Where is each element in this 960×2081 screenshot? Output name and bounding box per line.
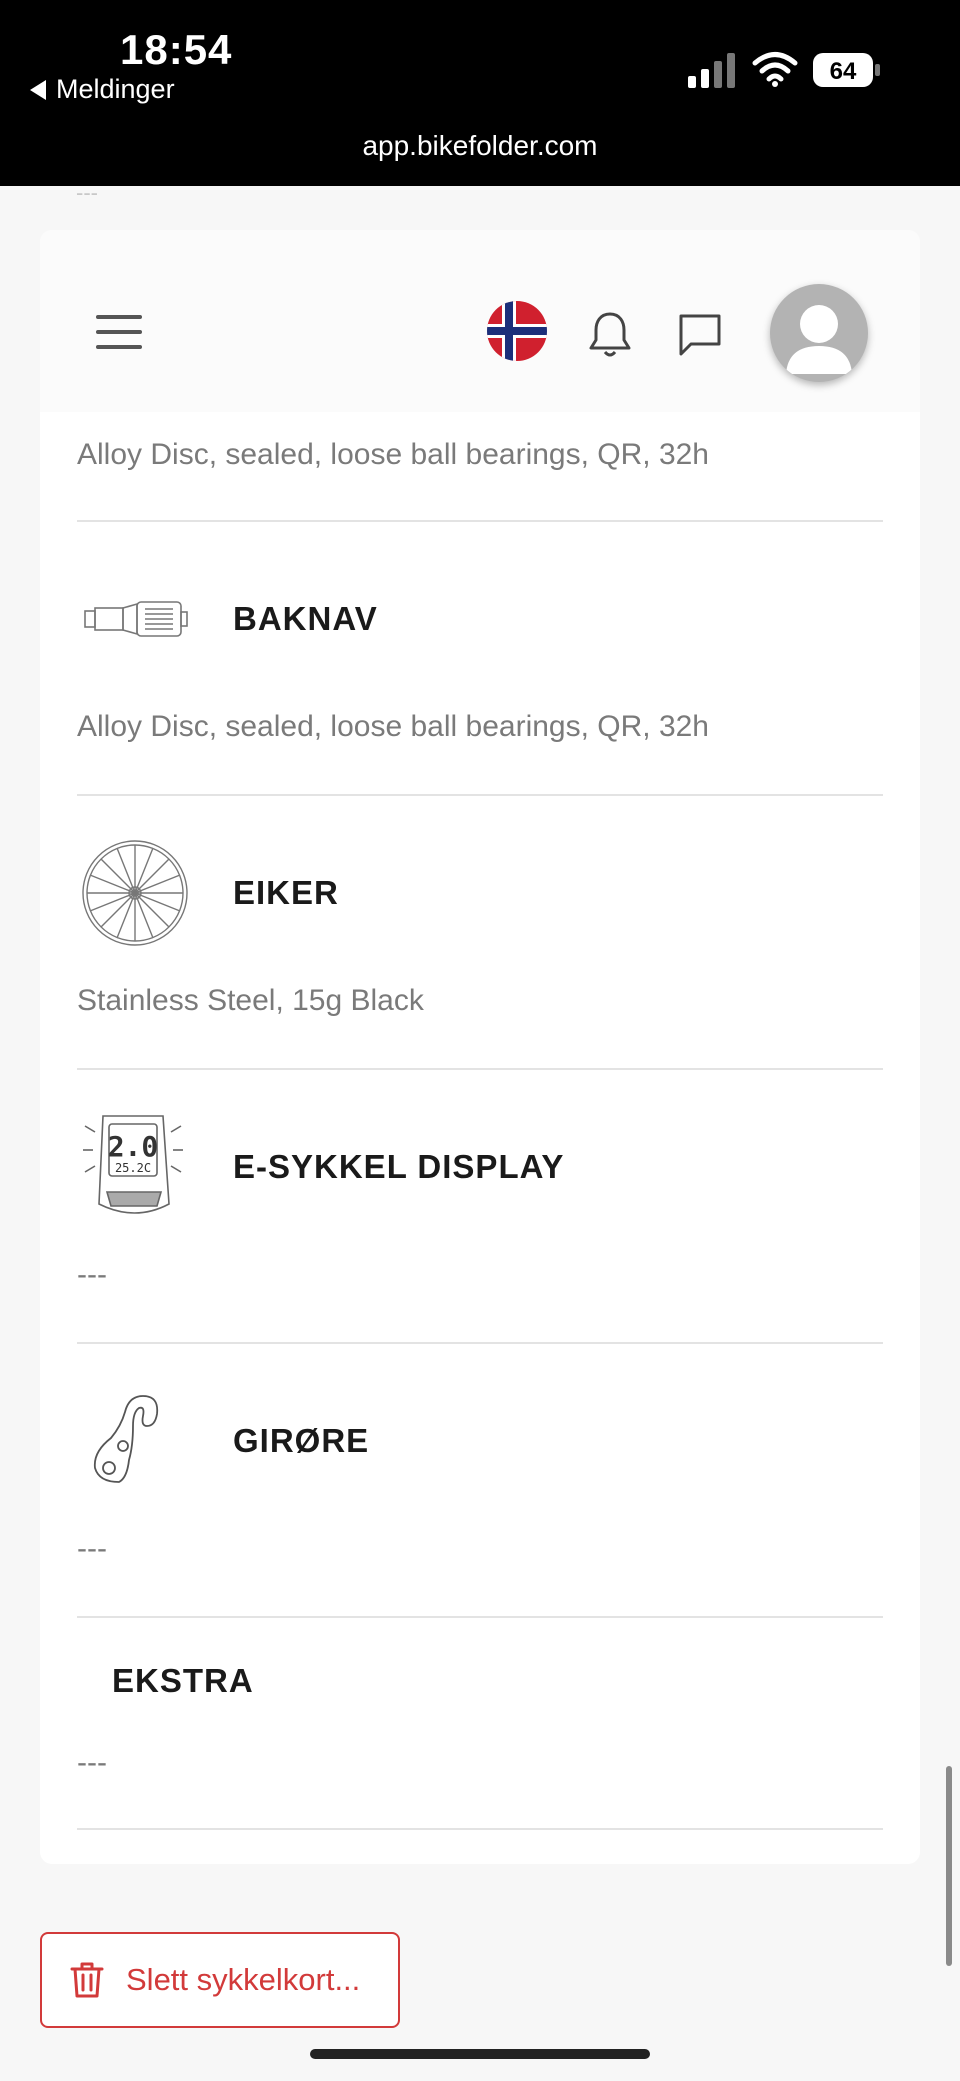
scrollbar[interactable] [946,1766,952,1966]
section-value: --- [77,1746,107,1779]
section-value: Alloy Disc, sealed, loose ball bearings,… [77,438,709,471]
partial-value-peek: --- [76,180,98,205]
section-girore: GIRØRE --- [77,1344,883,1618]
section-ebike-display: 2.0 25.2C E-SYKKEL DISPLAY --- [77,1070,883,1344]
delete-button-label: Slett sykkelkort... [126,1962,361,1997]
wifi-icon [752,52,798,87]
battery-icon: 64 [813,53,880,87]
ebike-display-icon: 2.0 25.2C [83,1115,183,1214]
section-title: EIKER [233,874,339,911]
home-indicator[interactable] [310,2049,650,2059]
bike-card: Alloy Disc, sealed, loose ball bearings,… [40,230,920,1864]
section-value: Stainless Steel, 15g Black [77,984,424,1017]
derailleur-hanger-icon [93,1395,159,1483]
section-ekstra: EKSTRA --- [77,1618,883,1830]
cellular-signal-icon [688,53,735,88]
avatar-icon [786,305,852,374]
section-previous: Alloy Disc, sealed, loose ball bearings,… [77,412,883,522]
rear-hub-icon [84,601,188,637]
chat-icon[interactable] [676,310,724,358]
section-value: --- [77,1532,107,1565]
section-title: EKSTRA [112,1662,254,1699]
clock: 18:54 [120,26,233,73]
section-value: --- [77,1258,107,1291]
display-speed-value: 2.0 [108,1130,159,1163]
display-temp-value: 25.2C [115,1161,151,1175]
status-bar: 18:54 Meldinger 64 app.bikefolder.com [0,0,960,186]
bell-icon[interactable] [585,308,635,360]
hamburger-icon[interactable] [96,315,142,349]
battery-level: 64 [830,58,857,85]
section-eiker: EIKER Stainless Steel, 15g Black [77,796,883,1070]
back-label: Meldinger [56,74,175,104]
avatar[interactable] [770,284,868,382]
section-title: GIRØRE [233,1422,370,1459]
trash-icon [70,1962,104,1998]
section-title: BAKNAV [233,600,378,637]
back-to-app-button[interactable]: Meldinger [30,74,175,105]
section-title: E-SYKKEL DISPLAY [233,1148,565,1185]
norway-flag-icon[interactable] [486,300,548,362]
app-header [40,230,920,412]
url-bar[interactable]: app.bikefolder.com [0,130,960,162]
section-baknav: BAKNAV Alloy Disc, sealed, loose ball be… [77,522,883,796]
spoked-wheel-icon [82,840,188,946]
section-value: Alloy Disc, sealed, loose ball bearings,… [77,710,709,743]
delete-bike-card-button[interactable]: Slett sykkelkort... [40,1932,400,2028]
back-arrow-icon [30,79,46,100]
